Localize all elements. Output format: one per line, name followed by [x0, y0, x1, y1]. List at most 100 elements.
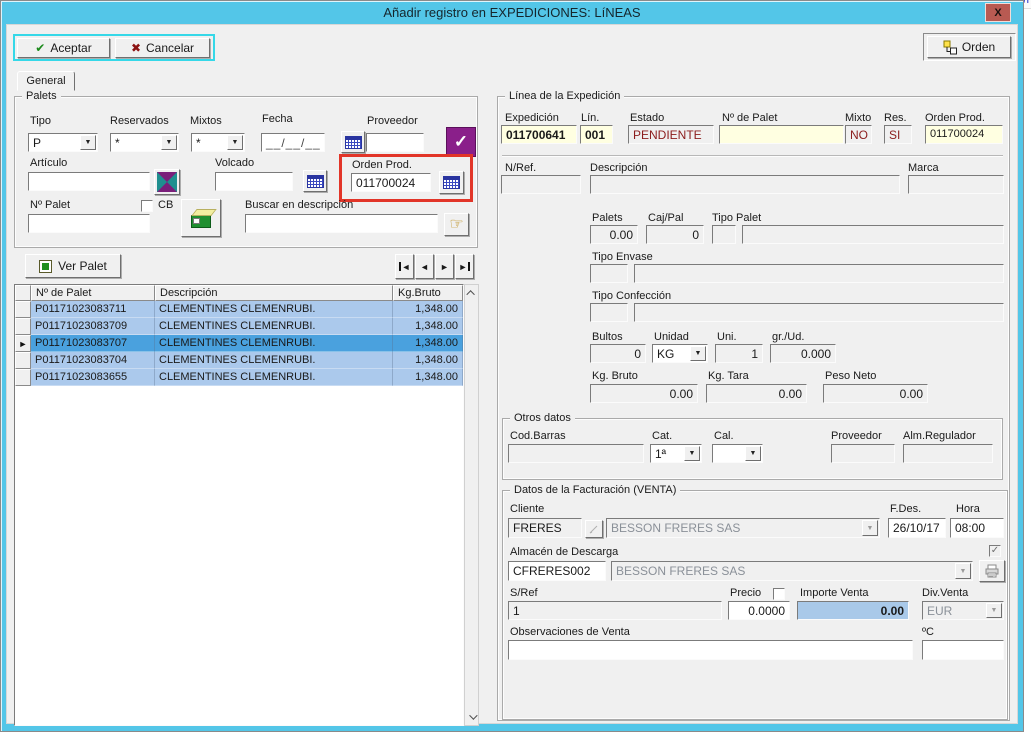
tab-general[interactable]: General — [17, 71, 75, 91]
cell-kg[interactable]: 1,348.00 — [393, 352, 463, 369]
ver-palet-button[interactable]: Ver Palet — [25, 254, 121, 278]
cod-barras-input[interactable] — [508, 444, 644, 463]
tipo-dropdown-arrow-icon[interactable]: ▼ — [80, 135, 96, 150]
palet-box-button[interactable] — [181, 199, 221, 237]
tipo-envase-desc-input[interactable] — [634, 264, 1004, 283]
buscar-go-button[interactable]: ☞ — [444, 213, 469, 236]
current-row-marker-icon: ► — [19, 339, 28, 349]
nav-last-button[interactable]: ► — [455, 254, 474, 279]
mixtos-dropdown-arrow-icon[interactable]: ▼ — [227, 135, 243, 150]
tipo-palet-code-input[interactable] — [712, 225, 736, 244]
nav-first-arrow: ◄ — [402, 262, 411, 272]
cell-palet[interactable]: P01171023083707 — [31, 335, 155, 352]
scroll-up-button[interactable] — [465, 285, 478, 301]
descripcion-input[interactable] — [590, 175, 900, 194]
otros-datos-legend: Otros datos — [510, 412, 575, 424]
num-palet-input[interactable] — [28, 214, 150, 233]
grud-input[interactable]: 0.000 — [770, 344, 836, 363]
cell-desc[interactable]: CLEMENTINES CLEMENRUBI. — [155, 318, 393, 335]
bultos-input[interactable]: 0 — [590, 344, 646, 363]
tipo-confeccion-code-input[interactable] — [590, 303, 628, 322]
col-header-palet[interactable]: Nº de Palet — [31, 285, 155, 301]
cell-kg[interactable]: 1,348.00 — [393, 335, 463, 352]
importe-venta-input[interactable]: 0.00 — [797, 601, 909, 620]
cell-palet[interactable]: P01171023083655 — [31, 369, 155, 386]
hora-input[interactable]: 08:00 — [950, 518, 1004, 538]
cancel-button[interactable]: ✖ Cancelar — [115, 38, 210, 58]
almacen-name-select: BESSON FRERES SAS ▼ — [611, 561, 973, 581]
tipo-confeccion-desc-input[interactable] — [634, 303, 1004, 322]
cal-dropdown-arrow-icon[interactable]: ▼ — [745, 446, 761, 461]
cliente-lookup-button[interactable] — [585, 520, 603, 538]
accept-label: Aceptar — [50, 41, 91, 55]
dialog-titlebar[interactable]: Añadir registro en EXPEDICIONES: LíNEAS — [1, 1, 1023, 24]
div-venta-dropdown-arrow-icon: ▼ — [986, 603, 1002, 618]
nav-next-button[interactable]: ► — [435, 254, 454, 279]
precio-input[interactable]: 0.0000 — [728, 601, 790, 620]
tipo-select[interactable]: P ▼ — [28, 133, 98, 152]
cell-kg[interactable]: 1,348.00 — [393, 369, 463, 386]
cell-palet[interactable]: P01171023083704 — [31, 352, 155, 369]
accept-button[interactable]: ✔ Aceptar — [17, 38, 110, 58]
articulo-input[interactable] — [28, 172, 150, 191]
otros-proveedor-input[interactable] — [831, 444, 895, 463]
palet-3d-box-icon — [188, 206, 214, 230]
volcado-calendar-button[interactable] — [303, 170, 327, 192]
cliente-code-input[interactable]: FRERES — [508, 518, 582, 538]
expedicion-value[interactable]: 011700641 — [501, 125, 577, 144]
tipo-envase-code-input[interactable] — [590, 264, 628, 283]
fecha-input[interactable]: __/__/__ — [261, 133, 325, 152]
almacen-code-input[interactable]: CFRERES002 — [508, 561, 606, 581]
cat-dropdown-arrow-icon[interactable]: ▼ — [684, 446, 700, 461]
cell-desc[interactable]: CLEMENTINES CLEMENRUBI. — [155, 335, 393, 352]
temperatura-input[interactable] — [922, 640, 1004, 660]
uni-input[interactable]: 1 — [715, 344, 763, 363]
volcado-input[interactable] — [215, 172, 293, 191]
orden-button[interactable]: Orden — [927, 36, 1011, 58]
cal-select[interactable]: ▼ — [712, 444, 763, 463]
nav-first-button[interactable]: ◄ — [395, 254, 414, 279]
sref-input[interactable]: 1 — [508, 601, 722, 620]
alm-regulador-input[interactable] — [903, 444, 993, 463]
col-header-kg[interactable]: Kg.Bruto — [393, 285, 463, 301]
cat-select[interactable]: 1ª ▼ — [650, 444, 702, 463]
col-header-desc[interactable]: Descripción — [155, 285, 393, 301]
marca-input[interactable] — [908, 175, 1004, 194]
palets-count-input[interactable]: 0.00 — [590, 225, 638, 244]
observaciones-input[interactable] — [508, 640, 913, 660]
reservados-dropdown-arrow-icon[interactable]: ▼ — [161, 135, 177, 150]
proveedor-filter-input[interactable] — [366, 133, 424, 152]
cell-kg[interactable]: 1,348.00 — [393, 318, 463, 335]
table-scrollbar[interactable] — [464, 284, 479, 726]
cb-checkbox[interactable] — [141, 200, 153, 212]
close-button[interactable]: X — [985, 3, 1011, 22]
fdes-input[interactable]: 26/10/17 — [888, 518, 946, 538]
scroll-down-button[interactable] — [465, 709, 478, 725]
cell-desc[interactable]: CLEMENTINES CLEMENRUBI. — [155, 301, 393, 318]
precio-checkbox[interactable] — [773, 588, 785, 600]
unidad-select[interactable]: KG ▼ — [652, 344, 708, 363]
linea-orden-prod-value[interactable]: 011700024 — [925, 125, 1003, 144]
cell-kg[interactable]: 1,348.00 — [393, 301, 463, 318]
cell-desc[interactable]: CLEMENTINES CLEMENRUBI. — [155, 369, 393, 386]
kg-tara-input[interactable]: 0.00 — [706, 384, 807, 403]
print-button[interactable] — [979, 560, 1005, 582]
articulo-lookup-button[interactable] — [154, 169, 180, 195]
cell-desc[interactable]: CLEMENTINES CLEMENRUBI. — [155, 352, 393, 369]
mixtos-select[interactable]: * ▼ — [191, 133, 245, 152]
nref-input[interactable] — [501, 175, 581, 194]
cell-palet[interactable]: P01171023083709 — [31, 318, 155, 335]
proveedor-check-button[interactable]: ✓ — [446, 127, 476, 157]
kg-bruto-input[interactable]: 0.00 — [590, 384, 698, 403]
fecha-calendar-button[interactable] — [341, 131, 365, 153]
lin-value[interactable]: 001 — [580, 125, 613, 144]
cell-palet[interactable]: P01171023083711 — [31, 301, 155, 318]
cajpal-input[interactable]: 0 — [646, 225, 704, 244]
peso-neto-input[interactable]: 0.00 — [823, 384, 928, 403]
buscar-descripcion-input[interactable] — [245, 214, 438, 233]
reservados-select[interactable]: * ▼ — [110, 133, 179, 152]
tipo-palet-desc-input[interactable] — [742, 225, 1004, 244]
linea-num-palet-value[interactable] — [719, 125, 844, 144]
nav-prev-button[interactable]: ◄ — [415, 254, 434, 279]
unidad-dropdown-arrow-icon[interactable]: ▼ — [690, 346, 706, 361]
